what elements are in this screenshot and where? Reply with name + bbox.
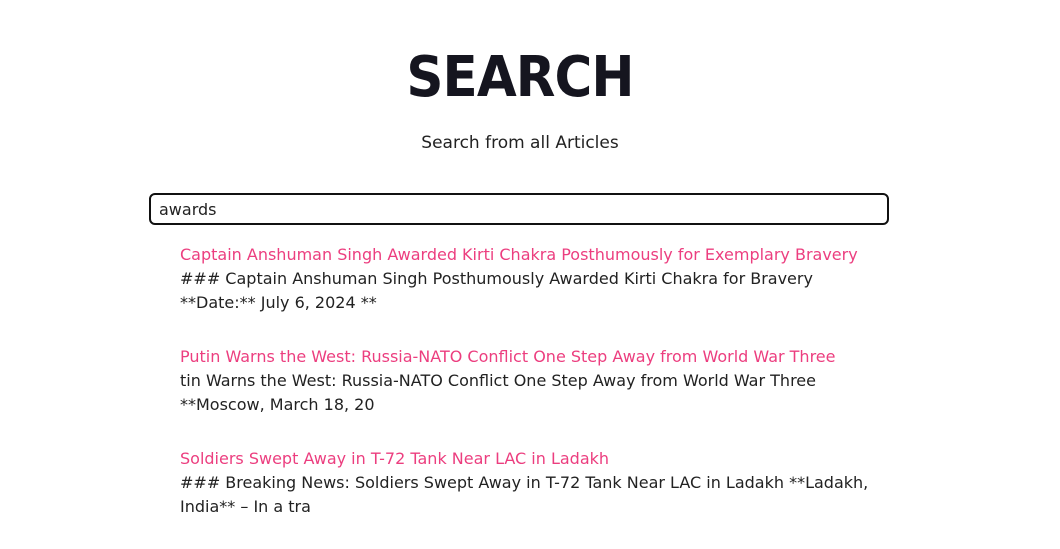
search-input[interactable] bbox=[159, 199, 879, 219]
result-title-link[interactable]: Soldiers Swept Away in T-72 Tank Near LA… bbox=[180, 447, 892, 471]
page-subtitle: Search from all Articles bbox=[421, 133, 619, 153]
result-snippet: ### Captain Anshuman Singh Posthumously … bbox=[180, 269, 813, 312]
search-results: Captain Anshuman Singh Awarded Kirti Cha… bbox=[180, 243, 892, 549]
result-snippet: tin Warns the West: Russia-NATO Conflict… bbox=[180, 371, 816, 414]
page-title: SEARCH bbox=[406, 45, 634, 110]
result-title-link[interactable]: Putin Warns the West: Russia-NATO Confli… bbox=[180, 345, 892, 369]
result-title-link[interactable]: Captain Anshuman Singh Awarded Kirti Cha… bbox=[180, 243, 892, 267]
result-item: Soldiers Swept Away in T-72 Tank Near LA… bbox=[180, 447, 892, 519]
result-item: Putin Warns the West: Russia-NATO Confli… bbox=[180, 345, 892, 417]
result-snippet: ### Breaking News: Soldiers Swept Away i… bbox=[180, 473, 869, 516]
result-item: Captain Anshuman Singh Awarded Kirti Cha… bbox=[180, 243, 892, 315]
search-box[interactable] bbox=[149, 193, 889, 225]
